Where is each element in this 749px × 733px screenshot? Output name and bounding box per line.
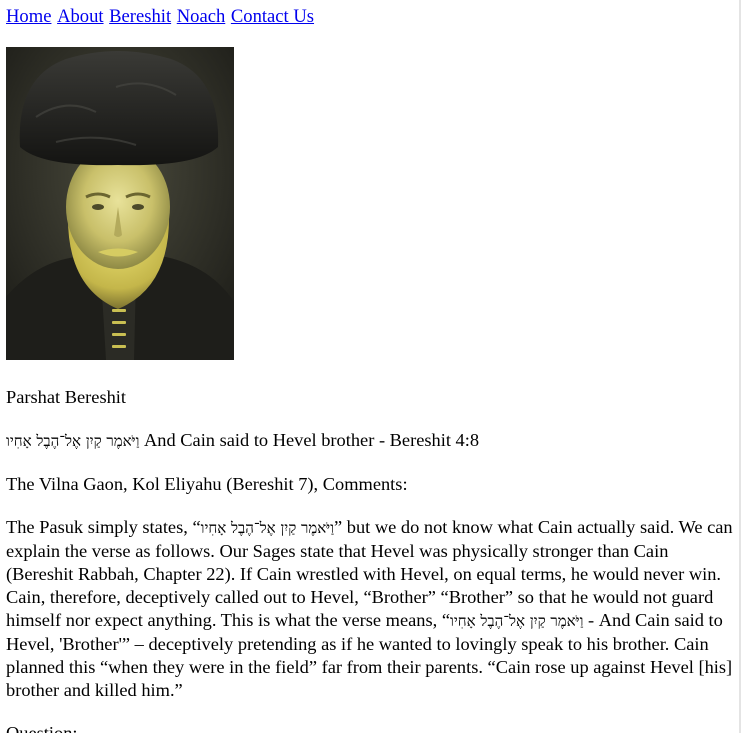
commentary-part-1: The Pasuk simply states, “	[6, 517, 201, 537]
source-line: The Vilna Gaon, Kol Eliyahu (Bereshit 7)…	[6, 474, 408, 494]
nav-link-contact-us[interactable]: Contact Us	[231, 6, 314, 27]
page: Home About Bereshit Noach Contact Us Par…	[0, 0, 741, 733]
parsha-title: Parshat Bereshit	[6, 387, 127, 407]
verse-line: וַיֹּאמֶר קַיִן אֶל־הֶבֶל אָחִיו And Cai…	[6, 429, 741, 453]
question-label: Question:	[6, 723, 78, 733]
nav-link-about[interactable]: About	[57, 6, 103, 27]
nav-link-home[interactable]: Home	[6, 6, 51, 27]
nav-link-bereshit[interactable]: Bereshit	[109, 6, 171, 27]
top-nav: Home About Bereshit Noach Contact Us	[6, 0, 741, 28]
commentary-paragraph: The Pasuk simply states, “וַיֹּאמֶר קַיִ…	[6, 516, 734, 702]
commentary-hebrew-1: וַיֹּאמֶר קַיִן אֶל־הֶבֶל אָחִיו	[200, 519, 335, 537]
commentary-hebrew-2: וַיֹּאמֶר קַיִן אֶל־הֶבֶל אָחִיו	[450, 612, 584, 630]
verse-english: And Cain said to Hevel brother - Bereshi…	[139, 430, 480, 450]
portrait-image	[6, 47, 234, 360]
scrollbar-track[interactable]	[739, 0, 741, 733]
verse-hebrew: וַיֹּאמֶר קַיִן אֶל־הֶבֶל אָחִיו	[6, 432, 140, 450]
nav-link-noach[interactable]: Noach	[177, 6, 226, 27]
